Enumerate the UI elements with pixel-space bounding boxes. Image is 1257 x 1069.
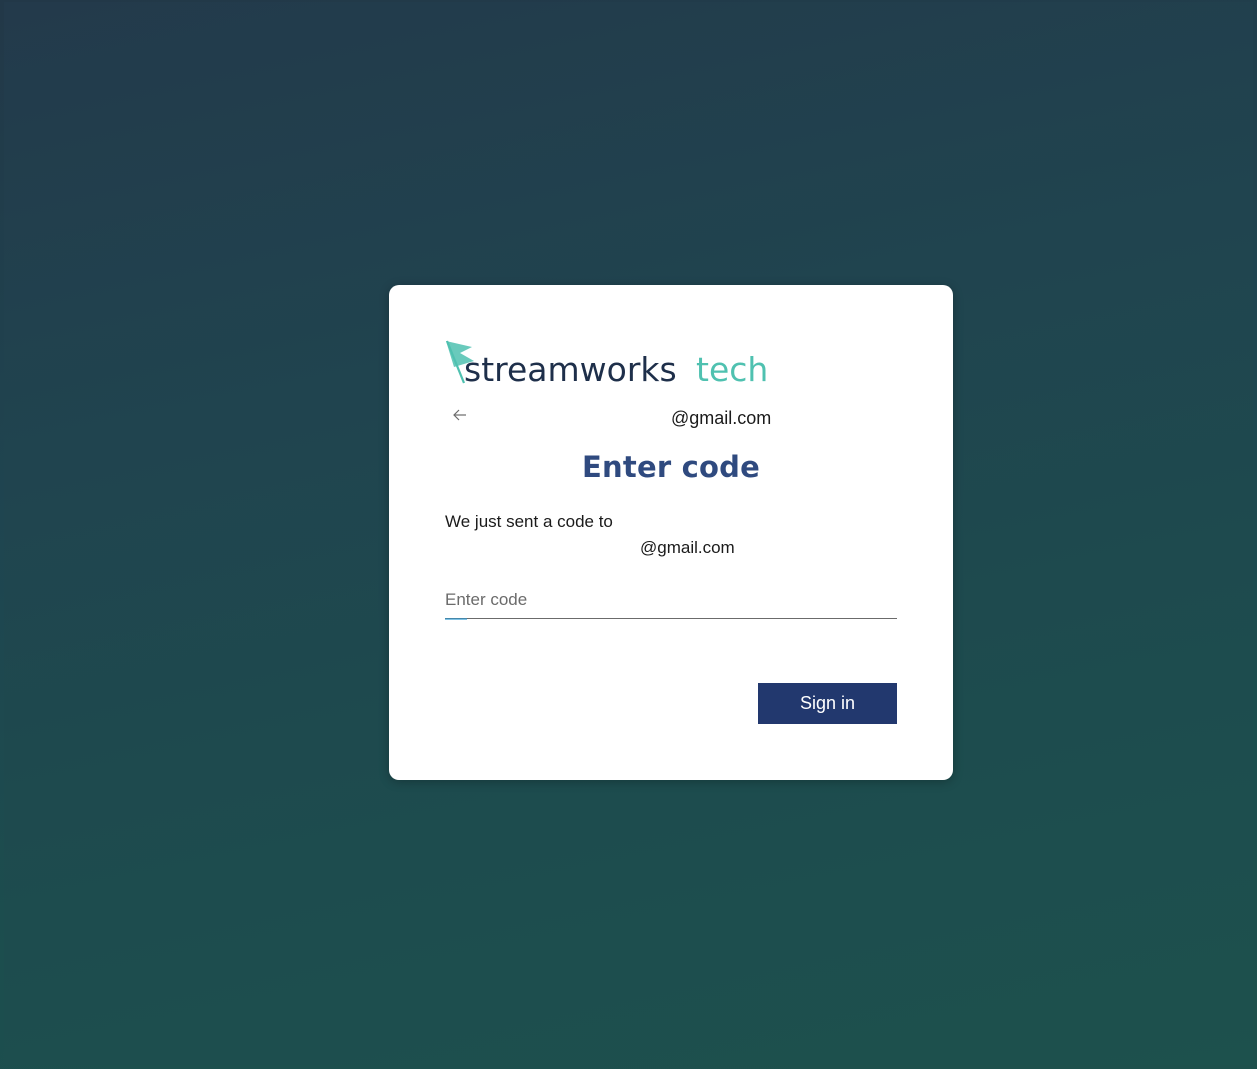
- brand-logo: streamworks tech: [444, 339, 784, 387]
- code-sent-description: We just sent a code to @gmail.com: [445, 509, 845, 561]
- page-title: Enter code: [582, 450, 760, 484]
- logo-text-secondary: tech: [696, 350, 768, 387]
- description-email: @gmail.com: [640, 538, 735, 557]
- code-input[interactable]: [445, 582, 897, 619]
- sign-in-card: streamworks tech @gmail.com Enter code W…: [389, 285, 953, 780]
- logo-text-primary: streamworks: [464, 350, 677, 387]
- description-line-1: We just sent a code to: [445, 512, 613, 531]
- identity-row: @gmail.com: [444, 405, 898, 433]
- input-focus-indicator: [445, 618, 467, 620]
- arrow-left-icon[interactable]: [452, 407, 468, 423]
- identity-email: @gmail.com: [671, 408, 772, 428]
- sign-in-button[interactable]: Sign in: [758, 683, 897, 724]
